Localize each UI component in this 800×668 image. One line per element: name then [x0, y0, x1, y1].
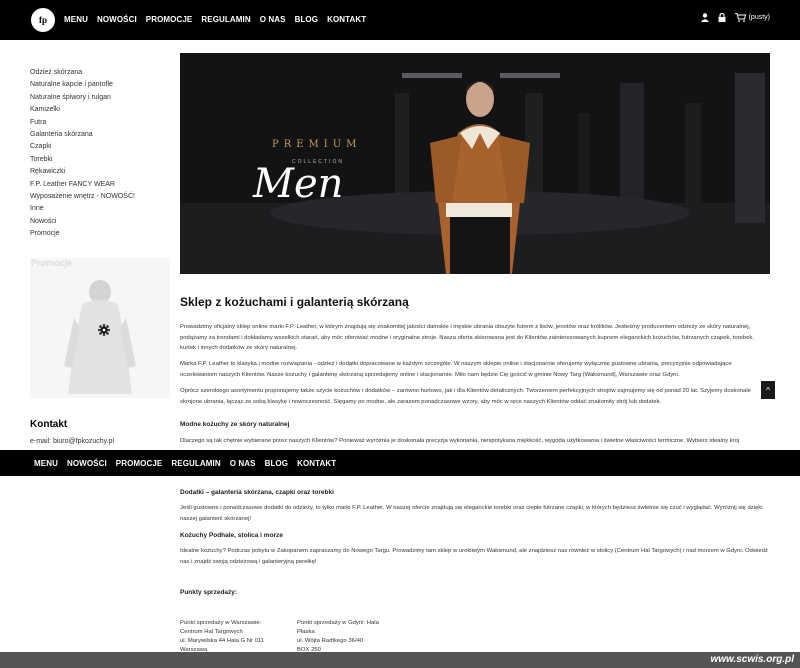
brand-paragraph: Marka F.P. Leather to klasyka i modne ro… — [180, 361, 732, 378]
category-sidebar: Odzież skórzana Naturalne kapcie i panto… — [30, 67, 170, 240]
scroll-to-top-button[interactable]: ^ — [761, 381, 775, 399]
cart-button[interactable]: (pusty) — [734, 13, 770, 22]
gdynia-line: Płaska — [297, 629, 315, 635]
user-icon[interactable] — [700, 13, 709, 22]
nav-kontakt[interactable]: KONTAKT — [327, 15, 366, 24]
cart-icon — [734, 13, 746, 22]
category-link[interactable]: Kamizelki — [30, 104, 170, 116]
dodatki-paragraph: Jeśli gustowne i ponadczasowe dodatki do… — [180, 505, 763, 522]
gdynia-address: Punkt sprzedaży w Gdyni: Hala Płaska ul.… — [297, 619, 379, 655]
category-link[interactable]: Nowości — [30, 216, 170, 228]
category-link[interactable]: Wyposażenie wnętrz - NOWOŚĆ! — [30, 191, 170, 203]
warsaw-line: Punkt sprzedaży w Warszawie: — [180, 620, 262, 626]
loading-spinner-icon — [98, 324, 110, 336]
top-navbar: fp MENU NOWOŚCI PROMOCJE REGULAMIN O NAS… — [0, 0, 800, 40]
section-heading-kozuchy: Modne kożuchy ze skóry naturalnej — [180, 421, 290, 428]
banner-men-script: Men — [253, 161, 344, 207]
category-link[interactable]: Naturalne kapcie i pantofle — [30, 79, 170, 91]
nav-promocje[interactable]: PROMOCJE — [146, 15, 193, 24]
warsaw-line: ul. Marywilska 44 Hala G Nr 011 — [180, 638, 265, 644]
category-link[interactable]: F.P. Leather FANCY WEAR — [30, 179, 170, 191]
gdynia-line: ul. Wójta Radtkego 36/40 — [297, 638, 364, 644]
sticky-nav-o-nas[interactable]: O NAS — [230, 459, 256, 468]
gdynia-line: Punkt sprzedaży w Gdyni: Hala — [297, 620, 379, 626]
nav-o-nas[interactable]: O NAS — [260, 15, 286, 24]
category-link[interactable]: Inne — [30, 203, 170, 215]
nav-nowosci[interactable]: NOWOŚCI — [97, 15, 137, 24]
category-link[interactable]: Galanteria skórzana — [30, 129, 170, 141]
section-heading-podhale: Kożuchy Podhale, stolica i morze — [180, 532, 283, 539]
nav-regulamin[interactable]: REGULAMIN — [201, 15, 250, 24]
hero-banner[interactable]: PREMIUM COLLECTION Men — [180, 53, 770, 274]
contact-title: Kontakt — [30, 419, 68, 430]
banner-premium-text: PREMIUM — [272, 139, 362, 150]
category-link[interactable]: Czapki — [30, 141, 170, 153]
sticky-nav-regulamin[interactable]: REGULAMIN — [171, 459, 220, 468]
section-heading-dodatki: Dodatki – galanteria skórzana, czapki or… — [180, 489, 334, 496]
nav-blog[interactable]: BLOG — [295, 15, 319, 24]
chevron-up-icon: ^ — [766, 385, 770, 395]
page-heading: Sklep z kożuchami i galanterią skórzaną — [180, 295, 409, 309]
header-tools: (pusty) — [700, 13, 770, 22]
category-link[interactable]: Odzież skórzana — [30, 67, 170, 79]
section-heading-punkty: Punkty sprzedaży: — [180, 589, 238, 596]
watermark-text: www.scwis.org.pl — [710, 654, 794, 665]
sticky-nav-blog[interactable]: BLOG — [265, 459, 289, 468]
nav-menu[interactable]: MENU — [64, 15, 88, 24]
promo-widget[interactable]: Promocje — [30, 258, 170, 398]
lock-icon[interactable] — [718, 13, 726, 22]
sticky-nav-kontakt[interactable]: KONTAKT — [297, 459, 336, 468]
main-nav: MENU NOWOŚCI PROMOCJE REGULAMIN O NAS BL… — [64, 15, 366, 24]
category-link[interactable]: Torebki — [30, 154, 170, 166]
sticky-nav: MENU NOWOŚCI PROMOCJE REGULAMIN O NAS BL… — [34, 459, 336, 468]
intro-paragraph: Prowadzimy oficjalny sklep online marki … — [180, 324, 754, 351]
promo-product-image — [64, 280, 136, 394]
warsaw-line: Centrum Hal Targowych — [180, 629, 243, 635]
category-link[interactable]: Promocje — [30, 228, 170, 240]
watermark-bar: www.scwis.org.pl — [0, 652, 800, 668]
sticky-nav-promocje[interactable]: PROMOCJE — [116, 459, 163, 468]
cart-status: (pusty) — [748, 14, 770, 21]
contact-email[interactable]: e-mail: biuro@fpkozuchy.pl — [30, 438, 114, 445]
category-link[interactable]: Futra — [30, 117, 170, 129]
sticky-nav-nowosci[interactable]: NOWOŚCI — [67, 459, 107, 468]
podhale-paragraph: Idealne kożuchy? Podczas pobytu w Zakopa… — [180, 548, 768, 565]
offer-paragraph: Oprócz szerokiego asortymentu proponujem… — [180, 388, 751, 405]
warsaw-address: Punkt sprzedaży w Warszawie: Centrum Hal… — [180, 619, 264, 655]
promo-label: Promocje — [31, 258, 73, 268]
sticky-nav-menu[interactable]: MENU — [34, 459, 58, 468]
category-link[interactable]: Naturalne śpiwory i rulgan — [30, 92, 170, 104]
brand-logo[interactable]: fp — [31, 8, 55, 32]
category-link[interactable]: Rękawiczki — [30, 166, 170, 178]
kozuchy-paragraph: Dlaczego są tak chętnie wybierane przez … — [180, 438, 740, 444]
